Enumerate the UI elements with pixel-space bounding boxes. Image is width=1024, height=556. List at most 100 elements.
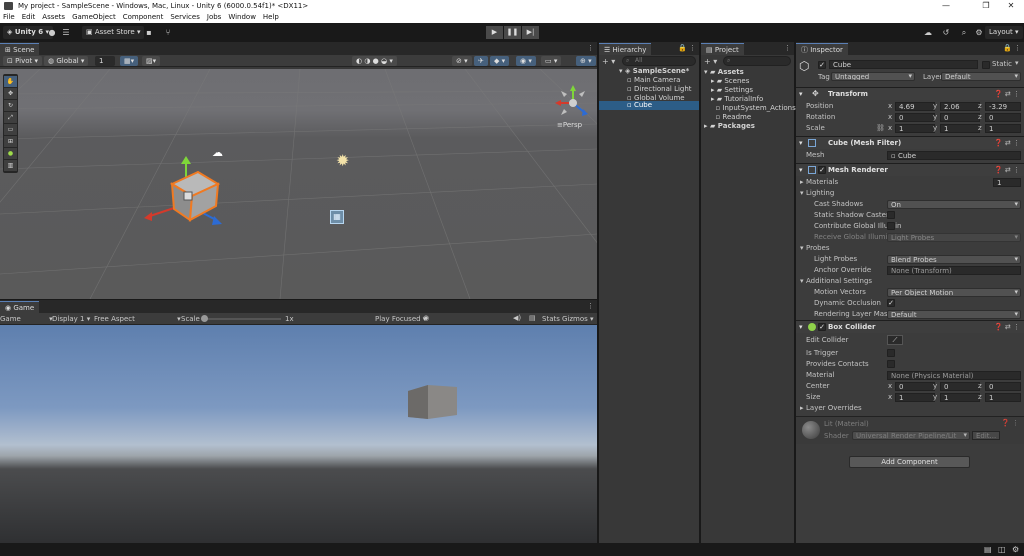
is-trigger-checkbox[interactable] <box>887 349 895 357</box>
materials-foldout-icon[interactable]: ▸ <box>800 177 804 187</box>
2d-toggle[interactable]: ⊘ ▾ <box>452 56 472 66</box>
scale-x-field[interactable]: 1 <box>895 124 935 133</box>
pause-button[interactable]: ❚❚ <box>504 26 521 39</box>
mesh-filter-foldout-icon[interactable]: ▾ <box>799 137 803 149</box>
project-item[interactable]: ▫ Readme <box>711 113 751 122</box>
project-item[interactable]: ▫ InputSystem_Actions <box>711 104 795 113</box>
mesh-filter-header[interactable]: ▾ Cube (Mesh Filter) ❓ ⇄ ⋮ <box>796 136 1024 149</box>
shader-dropdown[interactable]: Universal Render Pipeline/Lit <box>852 431 970 440</box>
hierarchy-menu-icon[interactable]: 🔒 ⋮ <box>678 44 696 52</box>
transform-header[interactable]: ▾ ✥ Transform ❓ ⇄ ⋮ <box>796 87 1024 100</box>
inspector-menu-icon[interactable]: 🔒 ⋮ <box>1003 44 1021 52</box>
scale-slider[interactable] <box>201 315 281 322</box>
menu-edit[interactable]: Edit <box>22 12 36 23</box>
mute-audio-icon[interactable]: ◀) <box>513 314 521 322</box>
grid-toggle[interactable]: ▦▾ <box>120 56 139 66</box>
transform-menu-icons[interactable]: ❓ ⇄ ⋮ <box>994 88 1020 100</box>
grid-snap-field[interactable]: 1 <box>95 56 115 66</box>
global-volume-icon[interactable]: ▦ <box>330 210 344 224</box>
project-add-button[interactable]: + ▾ <box>704 57 717 66</box>
anchor-override-field[interactable]: None (Transform) <box>887 266 1021 275</box>
rotation-x-field[interactable]: 0 <box>895 113 935 122</box>
box-collider-foldout-icon[interactable]: ▾ <box>799 321 803 333</box>
static-checkbox[interactable] <box>982 61 990 69</box>
materials-count-field[interactable]: 1 <box>993 178 1021 187</box>
mesh-filter-menu-icons[interactable]: ❓ ⇄ ⋮ <box>994 137 1020 149</box>
menu-help[interactable]: Help <box>263 12 279 23</box>
status-cache-icon[interactable]: ◫ <box>998 545 1006 554</box>
object-active-checkbox[interactable]: ✓ <box>818 61 826 69</box>
hidden-objects-toggle[interactable]: ▭ ▾ <box>541 56 562 66</box>
material-menu-icons[interactable]: ❓ ⋮ <box>1001 419 1019 427</box>
orientation-gizmo[interactable] <box>553 83 593 123</box>
lighting-foldout-icon[interactable]: ▾ <box>800 188 804 198</box>
position-x-field[interactable]: 4.69 <box>895 102 935 111</box>
pivot-dropdown[interactable]: ⊡ Pivot ▾ <box>3 56 43 66</box>
asset-store-button[interactable]: ▣ Asset Store ▾ <box>82 26 145 39</box>
game-panel-menu-icon[interactable]: ⋮ <box>587 302 594 310</box>
hierarchy-add-button[interactable]: + ▾ <box>602 57 615 66</box>
rect-tool-icon[interactable]: ▭ <box>4 124 17 135</box>
persp-label[interactable]: ≡Persp <box>557 121 582 129</box>
component-tool-icon[interactable]: ▥ <box>4 160 17 171</box>
tab-scene[interactable]: ⊞ Scene <box>0 43 40 55</box>
mesh-renderer-header[interactable]: ▾ ✓ Mesh Renderer ❓ ⇄ ⋮ <box>796 163 1024 176</box>
custom-tool-icon[interactable]: ● <box>4 148 17 159</box>
minimize-button[interactable]: — <box>935 1 957 11</box>
shader-edit-button[interactable]: Edit... <box>972 431 1000 440</box>
gizmos-dropdown[interactable]: Gizmos ▾ <box>562 315 594 323</box>
hierarchy-scene-item[interactable]: ▾ ◈ SampleScene* <box>619 67 689 76</box>
constrain-proportions-icon[interactable]: ⛓ <box>876 123 885 133</box>
hierarchy-item-selected[interactable]: ▫ Cube <box>599 101 699 110</box>
snap-toggle[interactable]: ▨▾ <box>142 56 161 66</box>
scene-panel-menu-icon[interactable]: ⋮ <box>587 44 594 52</box>
draw-mode-button[interactable]: ◐ ◑ ● ◒ ▾ <box>352 56 397 66</box>
play-focused-dropdown[interactable]: Play Focused ▾ <box>375 315 426 323</box>
edit-collider-button[interactable]: ⟋ <box>887 335 903 345</box>
mesh-renderer-foldout-icon[interactable]: ▾ <box>799 164 803 176</box>
shortcuts-icon[interactable]: ▤ <box>529 314 536 322</box>
lighting-toggle[interactable]: ✈ <box>474 56 488 66</box>
mesh-renderer-menu-icons[interactable]: ❓ ⇄ ⋮ <box>994 164 1020 176</box>
collab-icon[interactable]: ☰ <box>60 27 72 38</box>
rotation-y-field[interactable]: 0 <box>940 113 980 122</box>
step-button[interactable]: ▶| <box>522 26 539 39</box>
transform-foldout-icon[interactable]: ▾ <box>799 88 803 100</box>
layer-dropdown[interactable]: Default <box>941 72 1021 81</box>
display-dropdown[interactable]: Display 1 ▾ <box>52 315 90 323</box>
add-component-button[interactable]: Add Component <box>849 456 970 468</box>
project-assets-folder[interactable]: ▾ ▰ Assets <box>704 68 744 77</box>
directional-light-icon[interactable]: ✹ <box>336 151 349 170</box>
hand-tool-icon[interactable]: ✋ <box>4 76 17 87</box>
hierarchy-item[interactable]: ▫ Main Camera <box>627 76 680 85</box>
tab-hierarchy[interactable]: ☰ Hierarchy <box>599 43 652 55</box>
rotation-z-field[interactable]: 0 <box>985 113 1021 122</box>
scale-tool-icon[interactable]: ⤢ <box>4 112 17 123</box>
version-control-icon[interactable]: ⑂ <box>162 27 174 38</box>
box-collider-header[interactable]: ▾ ✓ Box Collider ❓ ⇄ ⋮ <box>796 320 1024 333</box>
menu-file[interactable]: File <box>3 12 15 23</box>
selected-cube-gizmo[interactable] <box>130 154 250 254</box>
menu-window[interactable]: Window <box>228 12 256 23</box>
materials-row[interactable]: ▸ Materials 1 <box>796 177 1024 187</box>
undo-history-icon[interactable]: ↺ <box>940 27 952 38</box>
stats-button[interactable]: Stats <box>542 315 560 323</box>
hierarchy-search-input[interactable]: ⌕ All <box>622 56 696 66</box>
center-y-field[interactable]: 0 <box>940 382 980 391</box>
mesh-renderer-enabled-checkbox[interactable]: ✓ <box>818 166 826 174</box>
menu-gameobject[interactable]: GameObject <box>72 12 116 23</box>
game-mode-dropdown[interactable]: Game ▾ <box>0 315 53 323</box>
status-debug-icon[interactable]: ⚙ <box>1012 545 1019 554</box>
audio-toggle[interactable]: ◆ ▾ <box>490 56 510 66</box>
dynamic-occlusion-checkbox[interactable]: ✓ <box>887 299 895 307</box>
frame-debugger-icon[interactable]: ◉ <box>423 314 429 322</box>
tab-project[interactable]: ▤ Project <box>701 43 744 55</box>
camera-icon[interactable]: ☁ <box>212 146 223 159</box>
close-button[interactable]: ✕ <box>1000 1 1022 11</box>
motion-vectors-dropdown[interactable]: Per Object Motion <box>887 288 1021 297</box>
size-y-field[interactable]: 1 <box>940 393 980 402</box>
center-x-field[interactable]: 0 <box>895 382 935 391</box>
lighting-row[interactable]: ▾ Lighting <box>796 188 1024 198</box>
scene-viewport[interactable]: ☁ ✹ ▦ ≡Persp ✋ ✥ ↻ ⤢ ▭ ⊞ ● ▥ <box>0 69 597 299</box>
game-viewport[interactable] <box>0 325 597 543</box>
